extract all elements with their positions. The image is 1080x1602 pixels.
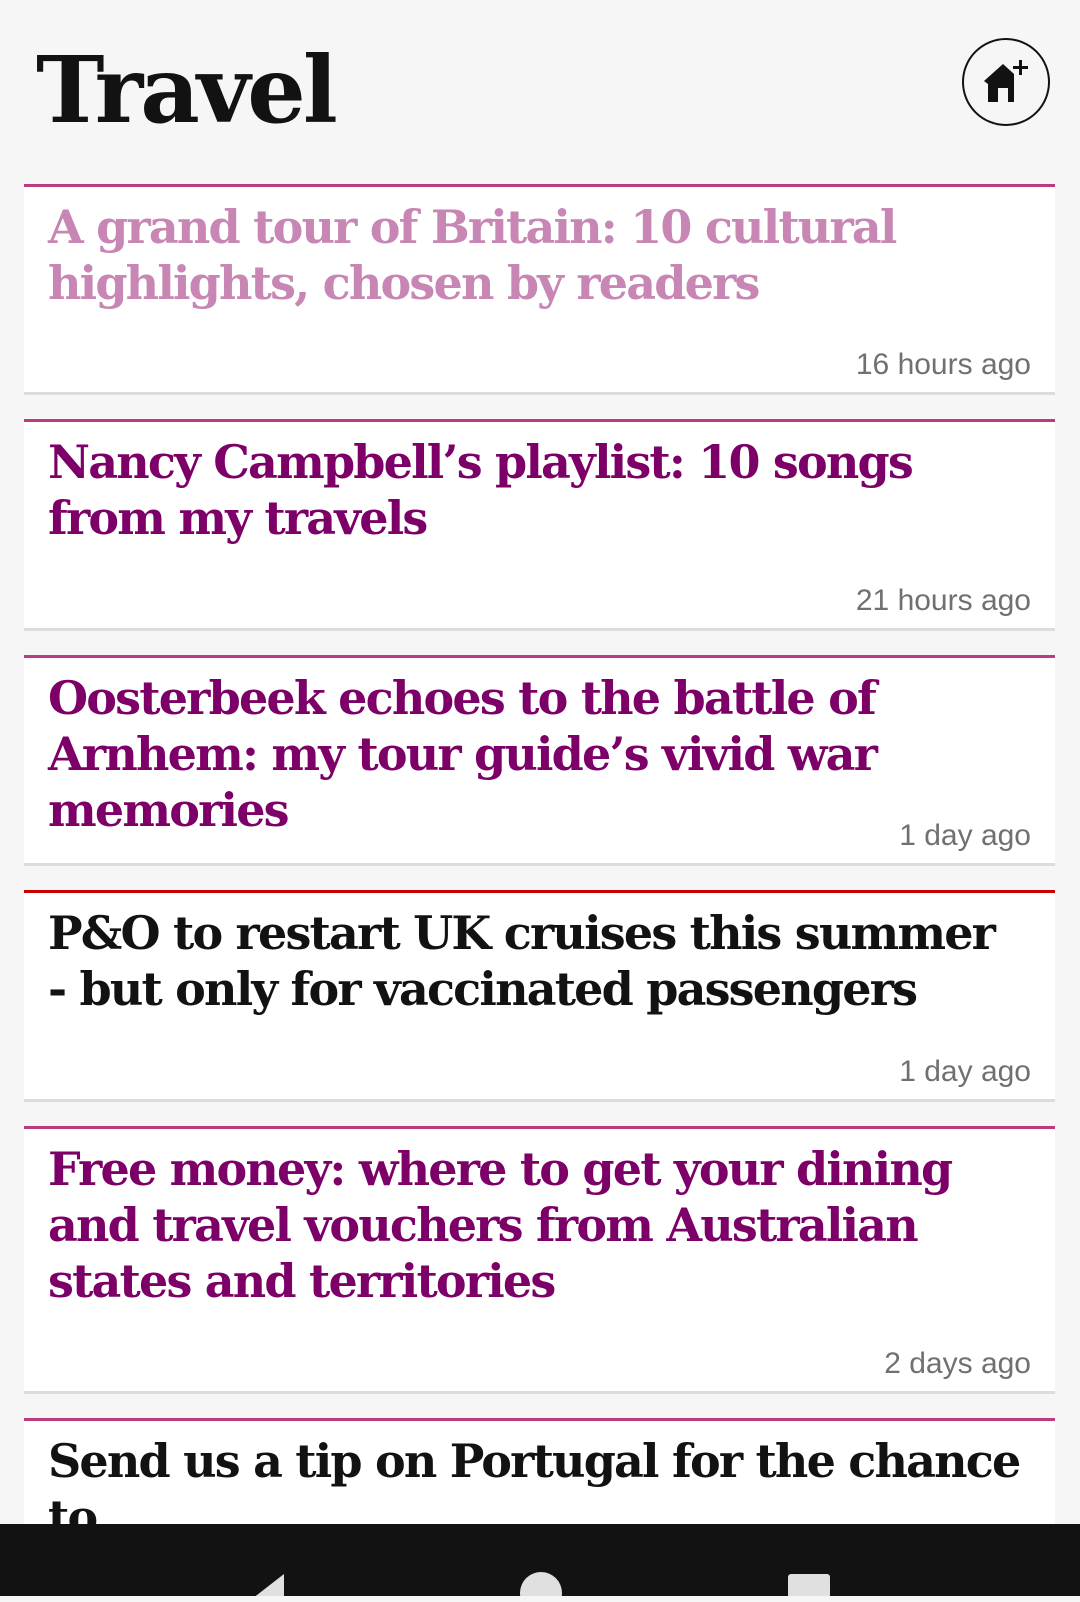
home-add-icon (984, 60, 1028, 102)
article-card[interactable]: P&O to restart UK cruises this summer - … (24, 890, 1055, 1102)
header: Travel (0, 0, 1080, 184)
back-icon[interactable] (236, 1568, 296, 1596)
article-card[interactable]: Oosterbeek echoes to the battle of Arnhe… (24, 655, 1055, 866)
article-card[interactable]: Free money: where to get your dining and… (24, 1126, 1055, 1394)
article-headline: A grand tour of Britain: 10 cultural hig… (48, 200, 897, 310)
article-timestamp: 1 day ago (899, 1055, 1031, 1088)
article-headline: Oosterbeek echoes to the battle of Arnhe… (48, 671, 878, 837)
article-headline: Nancy Campbell’s playlist: 10 songs from… (48, 435, 914, 545)
page-title: Travel (36, 36, 338, 144)
article-timestamp: 16 hours ago (855, 348, 1031, 381)
article-card[interactable]: Nancy Campbell’s playlist: 10 songs from… (24, 419, 1055, 631)
article-timestamp: 2 days ago (884, 1347, 1031, 1380)
article-timestamp: 1 day ago (899, 819, 1031, 852)
article-timestamp: 21 hours ago (855, 584, 1031, 617)
article-feed: A grand tour of Britain: 10 cultural hig… (24, 184, 1055, 1602)
system-navigation-bar (0, 1524, 1080, 1596)
article-card[interactable]: A grand tour of Britain: 10 cultural hig… (24, 184, 1055, 395)
home-icon[interactable] (518, 1570, 564, 1596)
recents-icon[interactable] (786, 1574, 832, 1596)
article-headline: Free money: where to get your dining and… (48, 1142, 953, 1308)
article-headline: P&O to restart UK cruises this summer - … (48, 906, 996, 1016)
add-to-home-button[interactable] (962, 38, 1050, 126)
